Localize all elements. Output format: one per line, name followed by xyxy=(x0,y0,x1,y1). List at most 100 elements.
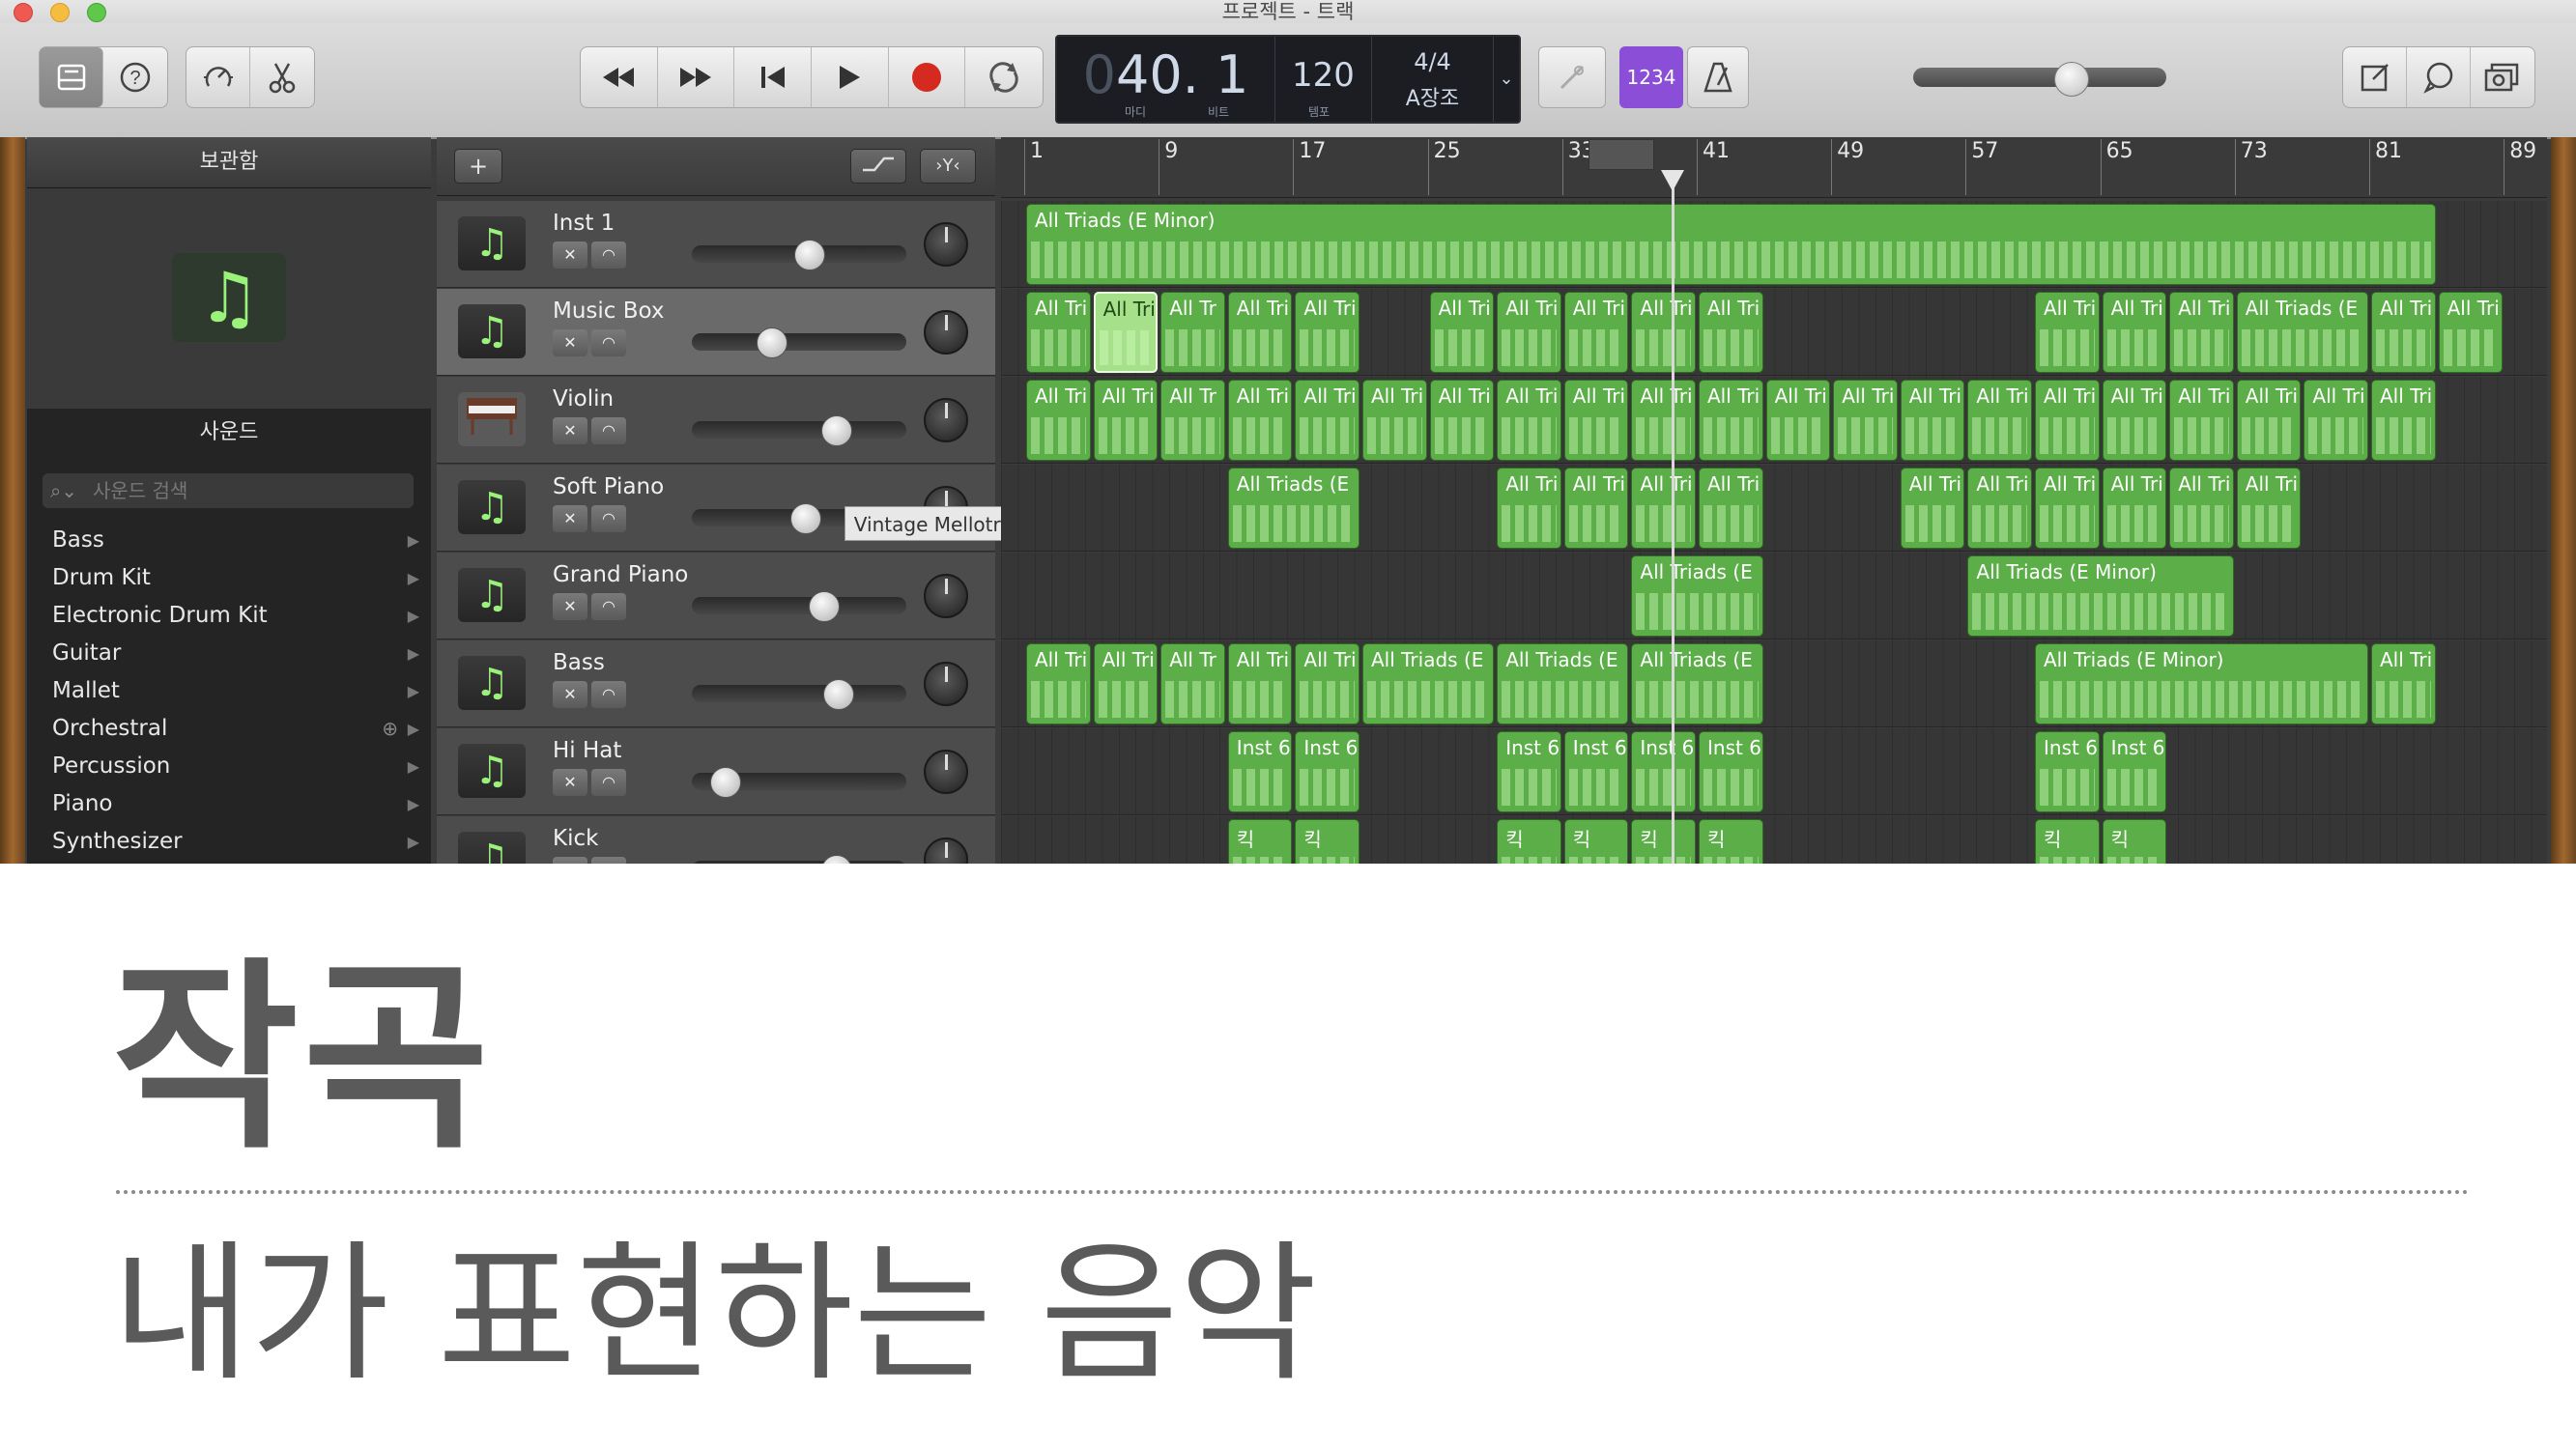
cycle-icon[interactable] xyxy=(965,47,1043,107)
midi-region[interactable]: All Tri xyxy=(2371,380,2436,461)
midi-region[interactable]: All Tri xyxy=(2102,468,2167,549)
metronome-icon[interactable] xyxy=(1687,46,1749,108)
midi-region[interactable]: All Tri xyxy=(2236,380,2302,461)
mute-icon[interactable]: ✕ xyxy=(553,242,587,269)
midi-region[interactable]: 킥 xyxy=(1699,819,1763,864)
midi-region[interactable]: All Tri xyxy=(1900,468,1965,549)
mute-icon[interactable]: ✕ xyxy=(553,593,587,620)
help-icon[interactable]: ? xyxy=(103,47,167,107)
midi-region[interactable]: Inst 6 xyxy=(1563,731,1629,812)
sound-category-item[interactable]: Synthesizer ▶ xyxy=(27,823,431,861)
track-header[interactable]: ♫ Music Box ✕ ◠ xyxy=(437,289,995,376)
track-header[interactable]: Violin ✕ ◠ xyxy=(437,377,995,464)
loop-browser-icon[interactable] xyxy=(2407,47,2471,107)
midi-region[interactable]: All Tri xyxy=(1699,292,1763,373)
midi-region[interactable]: All Tr xyxy=(1160,292,1225,373)
midi-region[interactable]: Inst 6 xyxy=(1227,731,1293,812)
pan-knob[interactable] xyxy=(924,222,968,267)
midi-region[interactable]: All Tri xyxy=(1497,380,1561,461)
midi-region[interactable]: All Triads (E Minor) xyxy=(1026,204,2436,285)
track-volume-knob[interactable] xyxy=(821,855,853,864)
track-volume-knob[interactable] xyxy=(821,415,853,446)
headphones-icon[interactable]: ◠ xyxy=(591,505,626,532)
pan-knob[interactable] xyxy=(924,838,968,864)
midi-region[interactable]: 킥 xyxy=(1227,819,1293,864)
midi-region[interactable]: Inst 6 xyxy=(2035,731,2100,812)
pan-knob[interactable] xyxy=(924,750,968,794)
track-volume-slider[interactable] xyxy=(692,421,906,439)
track-volume-knob[interactable] xyxy=(757,327,788,358)
midi-region[interactable]: All Tri xyxy=(1227,380,1293,461)
position-display[interactable]: 040. 1 마디 비트 xyxy=(1057,37,1275,122)
headphones-icon[interactable]: ◠ xyxy=(591,857,626,864)
midi-region[interactable]: All Triads (E Minor) xyxy=(2035,643,2368,724)
automation-icon[interactable] xyxy=(850,149,906,184)
midi-region[interactable]: All Tri xyxy=(2438,292,2504,373)
midi-region[interactable]: All Triads (E xyxy=(1631,643,1763,724)
play-icon[interactable] xyxy=(812,47,889,107)
count-in-button[interactable]: 1234 xyxy=(1619,46,1683,108)
track-volume-knob[interactable] xyxy=(808,591,840,622)
midi-region[interactable]: All Triads (E xyxy=(1497,643,1629,724)
fast-forward-icon[interactable] xyxy=(658,47,735,107)
midi-region[interactable]: 킥 xyxy=(1563,819,1629,864)
download-icon[interactable]: ⊕ xyxy=(382,710,398,748)
playhead[interactable] xyxy=(1672,170,1674,864)
midi-region[interactable]: 킥 xyxy=(2102,819,2167,864)
track-header[interactable]: ♫ Grand Piano ✕ ◠ xyxy=(437,553,995,639)
midi-region[interactable]: All Tri xyxy=(1429,380,1495,461)
midi-region[interactable]: All Triads (E xyxy=(1362,643,1495,724)
midi-region[interactable]: All Tri xyxy=(1497,468,1561,549)
track-header[interactable]: ♫ Bass ✕ ◠ xyxy=(437,640,995,727)
midi-region[interactable]: All Tr xyxy=(1160,643,1225,724)
sound-category-item[interactable]: Orchestral ▶ ⊕ xyxy=(27,710,431,748)
midi-region[interactable]: All Tri xyxy=(2169,380,2234,461)
midi-region[interactable]: 킥 xyxy=(1497,819,1561,864)
midi-region[interactable]: 킥 xyxy=(1295,819,1360,864)
midi-region[interactable]: All Triads (E xyxy=(1631,555,1763,637)
midi-region[interactable]: All Tri xyxy=(1497,292,1561,373)
midi-region[interactable]: All Tri xyxy=(1026,643,1091,724)
pan-knob[interactable] xyxy=(924,574,968,618)
midi-region[interactable]: All Tri xyxy=(1295,380,1360,461)
pan-knob[interactable] xyxy=(924,310,968,355)
sound-search-input[interactable]: ⌕⌄ 사운드 검색 xyxy=(43,473,414,508)
midi-region[interactable]: All Tri xyxy=(2371,643,2436,724)
midi-region[interactable]: All Tri xyxy=(1631,380,1696,461)
track-volume-slider[interactable] xyxy=(692,333,906,351)
midi-region[interactable]: All Tri xyxy=(1563,292,1629,373)
go-to-start-icon[interactable] xyxy=(734,47,813,107)
track-lane[interactable]: All Triads (E All Triads (E Minor) xyxy=(1001,553,2547,639)
track-lane[interactable]: All Tri All Tri All Tr All Tri All Tri All Tr… xyxy=(1001,289,2547,376)
sound-category-item[interactable]: Piano ▶ xyxy=(27,785,431,823)
track-lane[interactable]: All Triads (E All Tri All Tri All Tri All Tr… xyxy=(1001,465,2547,552)
midi-region[interactable]: 킥 xyxy=(1631,819,1696,864)
flex-icon[interactable]: ›Y‹ xyxy=(920,149,976,184)
midi-region[interactable]: Inst 6 xyxy=(1631,731,1696,812)
headphones-icon[interactable]: ◠ xyxy=(591,329,626,356)
headphones-icon[interactable]: ◠ xyxy=(591,681,626,708)
editors-icon[interactable] xyxy=(250,47,314,107)
notepad-icon[interactable] xyxy=(2343,47,2407,107)
sound-category-item[interactable]: Percussion ▶ xyxy=(27,748,431,785)
headphones-icon[interactable]: ◠ xyxy=(591,242,626,269)
headphones-icon[interactable]: ◠ xyxy=(591,769,626,796)
smart-controls-icon[interactable] xyxy=(186,47,250,107)
pan-knob[interactable] xyxy=(924,398,968,442)
midi-region[interactable]: All Tri xyxy=(1362,380,1427,461)
playhead-handle[interactable] xyxy=(1661,170,1684,191)
pan-knob[interactable] xyxy=(924,662,968,706)
midi-region[interactable]: Inst 6 xyxy=(1295,731,1360,812)
midi-region[interactable]: All Tri xyxy=(2371,292,2436,373)
midi-region[interactable]: All Tri xyxy=(1093,292,1159,373)
sound-category-item[interactable]: Bass ▶ xyxy=(27,522,431,559)
lcd-display[interactable]: 040. 1 마디 비트 120 템포 4/4 A장조 ⌄ xyxy=(1055,35,1521,124)
media-browser-icon[interactable] xyxy=(2471,47,2534,107)
midi-region[interactable]: All Tri xyxy=(2102,380,2167,461)
midi-region[interactable]: All Tri xyxy=(1631,292,1696,373)
midi-region[interactable]: Inst 6 xyxy=(2102,731,2167,812)
add-track-button[interactable]: + xyxy=(454,149,502,184)
midi-region[interactable]: All Triads (E Minor) xyxy=(1967,555,2234,637)
cycle-region[interactable] xyxy=(1589,139,1654,170)
tuner-icon[interactable] xyxy=(1538,46,1606,108)
